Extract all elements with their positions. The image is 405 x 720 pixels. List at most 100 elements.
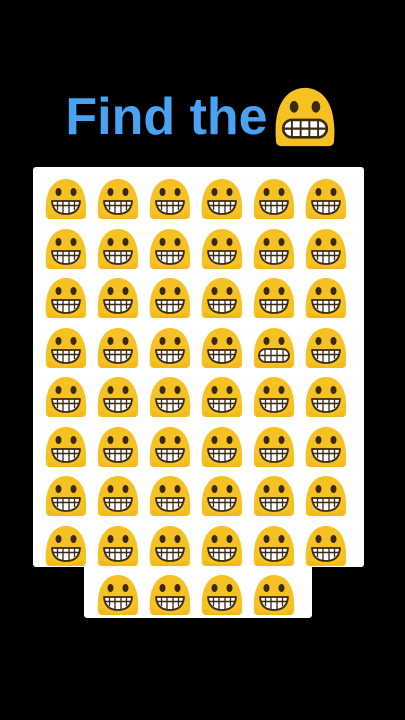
grinning-face-icon	[45, 228, 87, 269]
grinning-face-icon	[97, 426, 139, 467]
emoji-cell[interactable]	[94, 276, 142, 320]
emoji-cell[interactable]	[198, 524, 246, 568]
emoji-cell[interactable]	[250, 524, 298, 568]
grinning-face-icon	[305, 426, 347, 467]
grinning-face-icon	[97, 525, 139, 566]
emoji-cell[interactable]	[302, 326, 350, 370]
emoji-cell[interactable]	[94, 573, 142, 617]
grinning-face-icon	[45, 377, 87, 417]
grinning-face-icon	[97, 575, 139, 615]
emoji-cell[interactable]	[42, 425, 90, 469]
grinning-face-icon	[305, 179, 347, 219]
grinning-face-icon	[149, 377, 191, 417]
emoji-cell[interactable]	[42, 474, 90, 518]
emoji-cell[interactable]	[302, 276, 350, 320]
emoji-cell[interactable]	[302, 375, 350, 419]
grinning-face-icon	[305, 525, 347, 566]
emoji-cell[interactable]	[146, 474, 194, 518]
emoji-cell[interactable]	[198, 177, 246, 221]
grinning-face-icon	[253, 179, 295, 219]
emoji-cell[interactable]	[302, 177, 350, 221]
emoji-cell[interactable]	[146, 326, 194, 370]
grinning-face-icon	[97, 377, 139, 417]
emoji-cell[interactable]	[94, 177, 142, 221]
emoji-cell[interactable]	[42, 326, 90, 370]
emoji-cell[interactable]	[146, 573, 194, 617]
grinning-face-icon	[201, 228, 243, 269]
emoji-cell[interactable]	[198, 425, 246, 469]
emoji-cell[interactable]	[250, 474, 298, 518]
grinning-face-icon	[45, 179, 87, 219]
emoji-cell[interactable]	[42, 524, 90, 568]
grinning-face-icon	[253, 426, 295, 467]
emoji-cell[interactable]	[302, 524, 350, 568]
emoji-cell[interactable]	[302, 474, 350, 518]
grinning-face-icon	[201, 476, 243, 516]
emoji-cell[interactable]	[42, 227, 90, 271]
grinning-face-icon	[97, 476, 139, 516]
emoji-cell[interactable]	[42, 375, 90, 419]
grinning-face-icon	[45, 327, 87, 368]
grinning-face-icon	[45, 426, 87, 467]
emoji-cell[interactable]	[198, 375, 246, 419]
grinning-face-icon	[253, 228, 295, 269]
emoji-cell[interactable]	[198, 474, 246, 518]
emoji-cell[interactable]	[146, 276, 194, 320]
emoji-cell[interactable]	[198, 227, 246, 271]
emoji-cell[interactable]	[146, 375, 194, 419]
grinning-face-icon	[201, 278, 243, 318]
grinning-face-icon	[305, 228, 347, 269]
emoji-cell[interactable]	[94, 326, 142, 370]
grinning-face-icon	[305, 278, 347, 318]
grinning-face-icon	[149, 476, 191, 516]
emoji-cell[interactable]	[198, 573, 246, 617]
emoji-cell[interactable]	[146, 227, 194, 271]
grinning-face-icon	[97, 278, 139, 318]
emoji-cell[interactable]	[250, 425, 298, 469]
grinning-face-icon	[201, 377, 243, 417]
emoji-cell[interactable]	[94, 227, 142, 271]
grinning-face-icon	[149, 575, 191, 615]
grinning-face-icon	[45, 278, 87, 318]
grinning-face-icon	[201, 179, 243, 219]
emoji-cell[interactable]	[302, 425, 350, 469]
grinning-face-icon	[97, 327, 139, 368]
emoji-cell[interactable]	[42, 276, 90, 320]
grinning-face-icon	[305, 327, 347, 368]
emoji-cell[interactable]	[198, 276, 246, 320]
grinning-face-icon	[305, 476, 347, 516]
grimacing-face-icon	[253, 327, 295, 368]
grinning-face-icon	[253, 525, 295, 566]
emoji-cell[interactable]	[94, 375, 142, 419]
grinning-face-icon	[253, 575, 295, 615]
emoji-cell[interactable]	[94, 425, 142, 469]
puzzle-board	[0, 0, 405, 720]
emoji-cell[interactable]	[42, 177, 90, 221]
odd-emoji-cell[interactable]	[250, 326, 298, 370]
grinning-face-icon	[253, 476, 295, 516]
grinning-face-icon	[201, 525, 243, 566]
grinning-face-icon	[45, 476, 87, 516]
emoji-cell[interactable]	[250, 227, 298, 271]
emoji-cell[interactable]	[250, 177, 298, 221]
grinning-face-icon	[149, 426, 191, 467]
grinning-face-icon	[201, 426, 243, 467]
grinning-face-icon	[149, 278, 191, 318]
emoji-cell[interactable]	[250, 573, 298, 617]
emoji-cell[interactable]	[250, 276, 298, 320]
emoji-cell[interactable]	[250, 375, 298, 419]
emoji-cell[interactable]	[146, 524, 194, 568]
emoji-cell[interactable]	[302, 227, 350, 271]
grinning-face-icon	[201, 327, 243, 368]
grinning-face-icon	[149, 228, 191, 269]
grinning-face-icon	[305, 377, 347, 417]
grinning-face-icon	[253, 377, 295, 417]
emoji-cell[interactable]	[94, 524, 142, 568]
grinning-face-icon	[149, 525, 191, 566]
emoji-cell[interactable]	[146, 425, 194, 469]
grinning-face-icon	[253, 278, 295, 318]
emoji-cell[interactable]	[198, 326, 246, 370]
emoji-cell[interactable]	[146, 177, 194, 221]
grinning-face-icon	[201, 575, 243, 615]
emoji-cell[interactable]	[94, 474, 142, 518]
